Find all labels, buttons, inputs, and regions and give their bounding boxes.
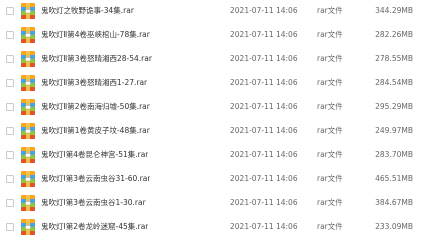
row-checkbox[interactable]	[6, 7, 14, 15]
file-name[interactable]: 鬼吹灯Ⅱ第1卷黄皮子坟-48集.rar	[41, 120, 150, 142]
rar-archive-icon	[20, 26, 36, 44]
file-size: 465.51MB	[375, 174, 413, 183]
row-checkbox[interactable]	[6, 79, 14, 87]
modified-date: 2021-07-11 14:06	[230, 198, 298, 207]
file-size: 344.29MB	[375, 6, 413, 15]
file-type: rar文件	[317, 78, 343, 87]
rar-archive-icon	[20, 122, 36, 140]
rar-archive-icon	[20, 194, 36, 212]
file-row[interactable]: 鬼吹灯Ⅱ第1卷黄皮子坟-48集.rar 2021-07-11 14:06 rar文件…	[0, 120, 426, 142]
modified-date: 2021-07-11 14:06	[230, 6, 298, 15]
file-size: 284.54MB	[375, 78, 413, 87]
file-size: 295.29MB	[375, 102, 413, 111]
file-type: rar文件	[317, 102, 343, 111]
file-type: rar文件	[317, 150, 343, 159]
row-checkbox[interactable]	[6, 151, 14, 159]
rar-archive-icon	[20, 74, 36, 92]
file-size: 384.67MB	[375, 198, 413, 207]
rar-archive-icon	[20, 146, 36, 164]
rar-archive-icon	[20, 2, 36, 20]
modified-date: 2021-07-11 14:06	[230, 30, 298, 39]
row-checkbox[interactable]	[6, 127, 14, 135]
modified-date: 2021-07-11 14:06	[230, 174, 298, 183]
file-type: rar文件	[317, 174, 343, 183]
file-name[interactable]: 鬼吹灯Ⅱ第3卷怒晴湘西1-27.rar	[41, 72, 147, 94]
modified-date: 2021-07-11 14:06	[230, 222, 298, 231]
file-size: 282.26MB	[375, 30, 413, 39]
modified-date: 2021-07-11 14:06	[230, 126, 298, 135]
rar-archive-icon	[20, 98, 36, 116]
file-row[interactable]: 鬼吹灯Ⅰ第3卷云南虫谷31-60.rar 2021-07-11 14:06 rar文…	[0, 168, 426, 190]
file-type: rar文件	[317, 30, 343, 39]
row-checkbox[interactable]	[6, 31, 14, 39]
row-checkbox[interactable]	[6, 55, 14, 63]
file-name[interactable]: 鬼吹灯Ⅰ第4卷昆仑神宫-51集.rar	[41, 144, 148, 166]
file-name[interactable]: 鬼吹灯Ⅱ第2卷南海归墟-50集.rar	[41, 96, 150, 118]
modified-date: 2021-07-11 14:06	[230, 102, 298, 111]
file-name[interactable]: 鬼吹灯Ⅱ第4卷巫峡棺山-78集.rar	[41, 24, 150, 46]
file-row[interactable]: 鬼吹灯Ⅰ第4卷昆仑神宫-51集.rar 2021-07-11 14:06 rar文件…	[0, 144, 426, 166]
file-row[interactable]: 鬼吹灯Ⅱ第2卷南海归墟-50集.rar 2021-07-11 14:06 rar文件…	[0, 96, 426, 118]
file-row[interactable]: 鬼吹灯Ⅰ第3卷云南虫谷1-30.rar 2021-07-11 14:06 rar文件…	[0, 192, 426, 214]
file-row[interactable]: 鬼吹灯Ⅱ第3卷怒晴湘西28-54.rar 2021-07-11 14:06 rar文…	[0, 48, 426, 70]
file-name[interactable]: 鬼吹灯Ⅰ第2卷龙岭迷窟-45集.rar	[41, 216, 148, 238]
file-type: rar文件	[317, 198, 343, 207]
file-row[interactable]: 鬼吹灯Ⅱ第4卷巫峡棺山-78集.rar 2021-07-11 14:06 rar文件…	[0, 24, 426, 46]
file-name[interactable]: 鬼吹灯Ⅱ第3卷怒晴湘西28-54.rar	[41, 48, 152, 70]
modified-date: 2021-07-11 14:06	[230, 150, 298, 159]
modified-date: 2021-07-11 14:06	[230, 78, 298, 87]
file-type: rar文件	[317, 126, 343, 135]
file-size: 233.09MB	[375, 222, 413, 231]
row-checkbox[interactable]	[6, 175, 14, 183]
file-row[interactable]: 鬼吹灯Ⅰ第2卷龙岭迷窟-45集.rar 2021-07-11 14:06 rar文件…	[0, 216, 426, 238]
row-checkbox[interactable]	[6, 223, 14, 231]
file-name[interactable]: 鬼吹灯Ⅰ第3卷云南虫谷1-30.rar	[41, 192, 146, 214]
modified-date: 2021-07-11 14:06	[230, 54, 298, 63]
row-checkbox[interactable]	[6, 103, 14, 111]
file-size: 283.70MB	[375, 150, 413, 159]
file-size: 249.97MB	[375, 126, 413, 135]
rar-archive-icon	[20, 170, 36, 188]
rar-archive-icon	[20, 50, 36, 68]
file-name[interactable]: 鬼吹灯Ⅰ第3卷云南虫谷31-60.rar	[41, 168, 150, 190]
file-name[interactable]: 鬼吹灯之牧野诡事-34集.rar	[41, 0, 134, 22]
file-list: 鬼吹灯之牧野诡事-34集.rar 2021-07-11 14:06 rar文件 344…	[0, 0, 426, 240]
file-size: 278.55MB	[375, 54, 413, 63]
file-type: rar文件	[317, 6, 343, 15]
file-row[interactable]: 鬼吹灯Ⅱ第3卷怒晴湘西1-27.rar 2021-07-11 14:06 rar文件…	[0, 72, 426, 94]
file-row[interactable]: 鬼吹灯之牧野诡事-34集.rar 2021-07-11 14:06 rar文件 344…	[0, 0, 426, 22]
file-type: rar文件	[317, 54, 343, 63]
rar-archive-icon	[20, 218, 36, 236]
row-checkbox[interactable]	[6, 199, 14, 207]
file-type: rar文件	[317, 222, 343, 231]
